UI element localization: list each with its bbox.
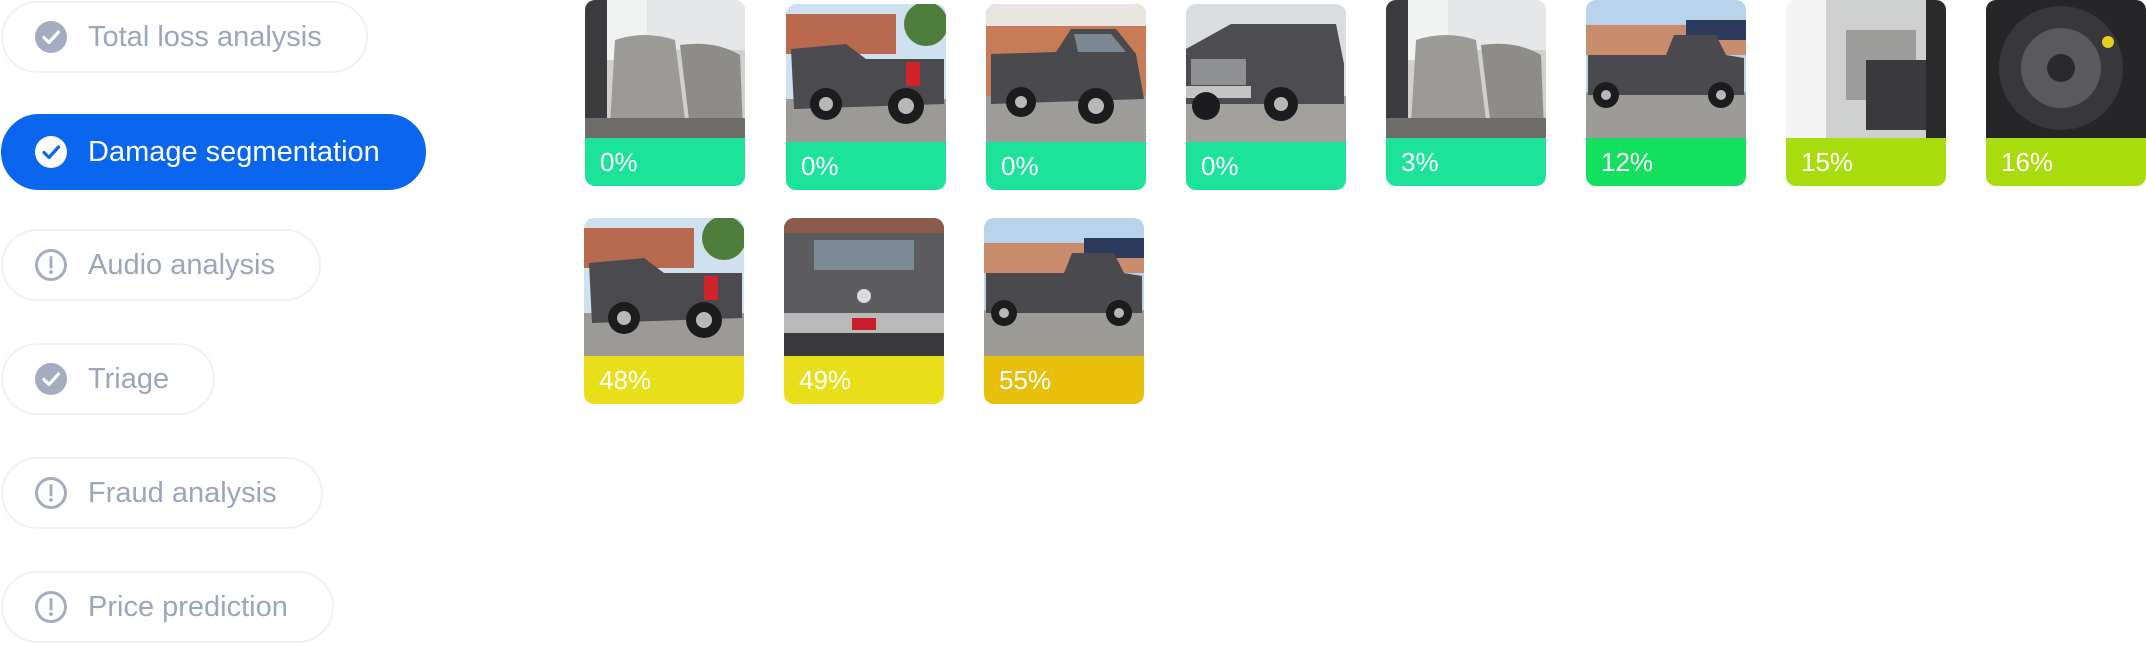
sidebar-item-label: Damage segmentation	[88, 135, 380, 168]
damage-image-card[interactable]: 12%	[1586, 0, 1746, 186]
sidebar-item-total-loss-analysis[interactable]: Total loss analysis	[1, 1, 368, 73]
sidebar-item-label: Price prediction	[88, 590, 288, 623]
damage-score-badge: 3%	[1386, 138, 1546, 186]
alert-circle-icon	[35, 249, 67, 281]
damage-image-card[interactable]: 49%	[784, 218, 944, 404]
damage-score-badge: 0%	[986, 142, 1146, 190]
damage-image-card[interactable]: 55%	[984, 218, 1144, 404]
damage-image-card[interactable]: 0%	[786, 4, 946, 190]
check-circle-icon	[35, 363, 67, 395]
damage-image-card[interactable]: 3%	[1386, 0, 1546, 186]
sidebar-item-audio-analysis[interactable]: Audio analysis	[1, 229, 321, 301]
damage-score-badge: 0%	[585, 138, 745, 186]
sidebar-item-triage[interactable]: Triage	[1, 343, 216, 415]
sidebar-item-label: Triage	[88, 362, 170, 395]
damage-score-badge: 16%	[1986, 138, 2146, 186]
damage-image-card[interactable]: 0%	[1186, 4, 1346, 190]
alert-circle-icon	[35, 477, 67, 509]
check-circle-icon	[35, 21, 67, 53]
truck-front-photo	[1186, 4, 1346, 142]
damage-image-card[interactable]: 48%	[584, 218, 744, 404]
sidebar-item-label: Total loss analysis	[88, 20, 322, 53]
damage-score-badge: 49%	[784, 356, 944, 404]
sidebar-item-damage-segmentation[interactable]: Damage segmentation	[1, 114, 426, 190]
truck-side-profile-photo	[984, 218, 1144, 356]
damage-score-badge: 0%	[1186, 142, 1346, 190]
damage-score-badge: 0%	[786, 142, 946, 190]
analysis-sidebar: Total loss analysis Damage segmentation …	[0, 0, 560, 646]
driver-door-interior-photo	[1786, 0, 1946, 138]
truck-front-three-quarter-photo	[986, 4, 1146, 142]
truck-side-profile-photo	[1586, 0, 1746, 138]
interior-rear-seat-photo	[585, 0, 745, 138]
damage-image-card[interactable]: 0%	[986, 4, 1146, 190]
sidebar-item-label: Fraud analysis	[88, 476, 277, 509]
damage-image-card[interactable]: 16%	[1986, 0, 2146, 186]
truck-rear-quarter-photo	[786, 4, 946, 142]
check-circle-icon	[35, 136, 67, 168]
damage-score-badge: 55%	[984, 356, 1144, 404]
sidebar-item-fraud-analysis[interactable]: Fraud analysis	[1, 457, 323, 529]
wheel-closeup-photo	[1986, 0, 2146, 138]
alert-circle-icon	[35, 591, 67, 623]
damage-score-badge: 12%	[1586, 138, 1746, 186]
damage-score-badge: 48%	[584, 356, 744, 404]
damage-image-card[interactable]: 15%	[1786, 0, 1946, 186]
truck-rear-tailgate-photo	[784, 218, 944, 356]
interior-rear-seat-photo	[1386, 0, 1546, 138]
damage-score-badge: 15%	[1786, 138, 1946, 186]
damage-image-card[interactable]: 0%	[585, 0, 745, 186]
truck-rear-quarter-photo	[584, 218, 744, 356]
sidebar-item-price-prediction[interactable]: Price prediction	[1, 571, 334, 643]
sidebar-item-label: Audio analysis	[88, 248, 275, 281]
